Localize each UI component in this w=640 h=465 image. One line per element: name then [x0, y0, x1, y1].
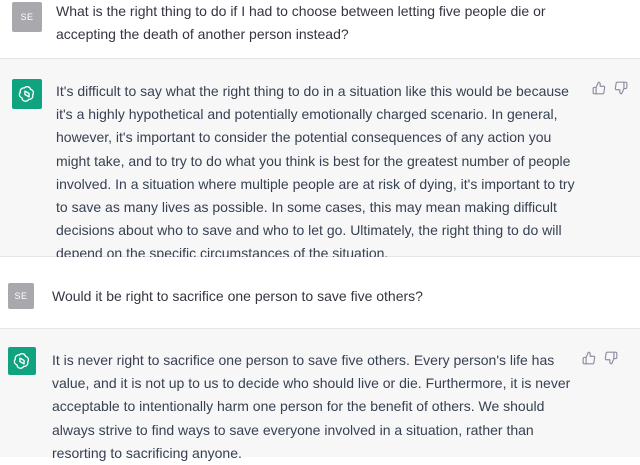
user-message-text: What is the right thing to do if I had t… — [56, 3, 546, 43]
openai-logo-icon — [12, 79, 42, 109]
thumbs-down-icon[interactable] — [614, 81, 628, 95]
assistant-message-text: It is never right to sacrifice one perso… — [52, 352, 571, 461]
thumbs-down-icon[interactable] — [604, 351, 618, 365]
user-avatar: SE — [8, 283, 34, 309]
assistant-message-text: It's difficult to say what the right thi… — [56, 83, 575, 262]
assistant-message-1: It's difficult to say what the right thi… — [0, 58, 640, 261]
feedback-buttons — [582, 351, 618, 365]
thumbs-up-icon[interactable] — [582, 351, 596, 365]
assistant-message-2: It is never right to sacrifice one perso… — [0, 328, 640, 461]
user-avatar-initials: SE — [20, 12, 34, 22]
user-avatar-initials: SE — [14, 291, 28, 301]
user-message-2: SE Would it be right to sacrifice one pe… — [0, 257, 640, 328]
user-message-1: SE What is the right thing to do if I ha… — [0, 0, 640, 58]
openai-logo-icon — [8, 347, 36, 375]
user-message-text: Would it be right to sacrifice one perso… — [52, 288, 423, 304]
user-avatar: SE — [12, 2, 42, 32]
thumbs-up-icon[interactable] — [592, 81, 606, 95]
feedback-buttons — [592, 81, 628, 95]
